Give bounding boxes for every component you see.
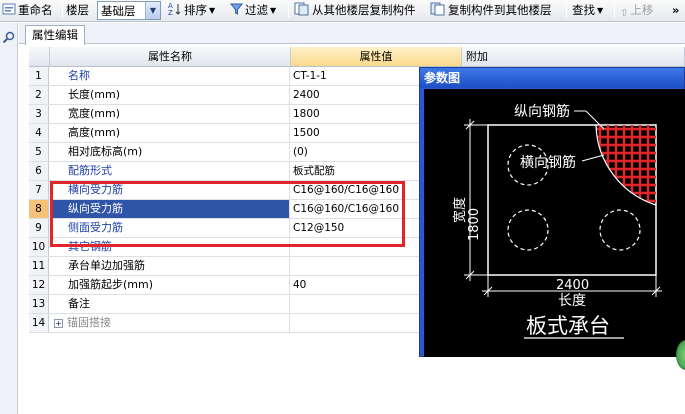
floor-select[interactable]: 基础层 ▼ [97, 1, 161, 20]
rebar-mesh [596, 125, 656, 205]
separator [614, 3, 615, 18]
find-button[interactable]: 查找 ▼ [572, 2, 603, 19]
property-name-cell[interactable]: 承台单边加强筋 [50, 257, 290, 275]
transverse-rebar-label: 横向钢筋 [520, 154, 576, 171]
filter-label: 过滤 [245, 3, 268, 17]
pile-cap-diagram: 纵向钢筋 横向钢筋 宽度 1800 2400 长度 板式承台 [452, 103, 662, 339]
copy-to-icon [430, 2, 445, 16]
left-panel-strip [0, 23, 18, 414]
row-number: 11 [29, 257, 49, 275]
copy-from-icon [294, 2, 309, 16]
find-label: 查找 [572, 3, 595, 17]
row-number: 13 [29, 295, 49, 313]
copy-from-other-floor-button[interactable]: 从其他楼层复制构件 [294, 2, 416, 19]
rename-label: 重命名 [18, 3, 53, 17]
move-up-label: 上移 [630, 3, 654, 17]
property-name-label: 锚固搭接 [67, 316, 111, 329]
separator [566, 3, 567, 18]
floor-select-value: 基础层 [101, 4, 136, 18]
sort-label: 排序 [184, 3, 207, 17]
more-tools-button[interactable]: » [672, 2, 679, 19]
row-number: 14 [29, 314, 49, 332]
row-number: 8 [29, 200, 49, 218]
width-value-label: 1800 [467, 208, 482, 241]
length-value-label: 2400 [556, 278, 589, 293]
additional-header[interactable]: 附加 [462, 47, 685, 67]
row-number: 7 [29, 181, 49, 199]
separator [62, 3, 63, 18]
property-value-header[interactable]: 属性值 [291, 47, 462, 67]
copy-to-other-floor-button[interactable]: 复制构件到其他楼层 [430, 2, 552, 19]
sort-button[interactable]: A Z 排序 ▼ [168, 2, 215, 19]
property-name-cell[interactable]: 侧面受力筋 [50, 219, 290, 237]
toolbar: 重命名 楼层 基础层 ▼ A Z 排序 ▼ 过滤 ▼ 从其他楼层复制构件 复制构件到… [0, 0, 685, 22]
search-icon[interactable] [2, 31, 16, 45]
row-number: 10 [29, 238, 49, 256]
separator [288, 3, 289, 18]
row-number: 5 [29, 143, 49, 161]
tab-bar: 属性编辑 [19, 23, 685, 45]
property-name-cell[interactable]: 横向受力筋 [50, 181, 290, 199]
copy-from-label: 从其他楼层复制构件 [312, 3, 416, 17]
row-number: 9 [29, 219, 49, 237]
length-word-label: 长度 [558, 293, 586, 309]
property-name-cell[interactable]: 长度(mm) [50, 86, 290, 104]
property-name-header[interactable]: 属性名称 [50, 47, 291, 67]
expand-icon[interactable]: + [54, 319, 63, 328]
row-number: 12 [29, 276, 49, 294]
tab-property-editor[interactable]: 属性编辑 [25, 25, 85, 45]
row-number: 6 [29, 162, 49, 180]
property-name-cell[interactable]: 配筋形式 [50, 162, 290, 180]
property-name-cell[interactable]: + 锚固搭接 [50, 314, 290, 332]
sort-icon: A Z [168, 2, 181, 16]
property-name-cell[interactable]: 高度(mm) [50, 124, 290, 142]
rename-icon [2, 3, 16, 15]
svg-text:Z: Z [168, 9, 173, 16]
row-number: 3 [29, 105, 49, 123]
row-number: 1 [29, 67, 49, 85]
property-name-cell[interactable]: 备注 [50, 295, 290, 313]
rename-button[interactable]: 重命名 [2, 2, 53, 19]
property-name-cell[interactable]: 加强筋起步(mm) [50, 276, 290, 294]
diagram-caption: 板式承台 [526, 314, 610, 338]
row-number: 2 [29, 86, 49, 104]
round-action-icon[interactable] [676, 340, 685, 370]
property-name-cell[interactable]: 纵向受力筋 [50, 200, 290, 218]
parameter-diagram-window[interactable]: 参数图 纵向钢筋 横向钢筋 宽度 1800 2400 长度 板式承台 [419, 67, 685, 357]
arrow-up-icon: ⇧ [620, 8, 629, 19]
row-number: 4 [29, 124, 49, 142]
property-name-cell[interactable]: 其它钢筋 [50, 238, 290, 256]
parameter-diagram-canvas: 纵向钢筋 横向钢筋 宽度 1800 2400 长度 板式承台 [424, 89, 685, 357]
parameter-diagram-title[interactable]: 参数图 [420, 68, 684, 88]
floor-label: 楼层 [66, 3, 89, 17]
copy-to-label: 复制构件到其他楼层 [448, 3, 552, 17]
longitudinal-rebar-label: 纵向钢筋 [514, 103, 570, 120]
chevron-down-icon[interactable]: ▼ [145, 2, 160, 19]
filter-icon [230, 3, 243, 15]
property-name-cell[interactable]: 相对底标高(m) [50, 143, 290, 161]
move-up-button[interactable]: ⇧ 上移 [620, 2, 653, 19]
filter-button[interactable]: 过滤 ▼ [230, 2, 276, 19]
row-number-header [29, 47, 50, 67]
property-name-cell[interactable]: 宽度(mm) [50, 105, 290, 123]
width-word-label: 宽度 [452, 197, 468, 223]
property-name-cell[interactable]: 名称 [50, 67, 290, 85]
